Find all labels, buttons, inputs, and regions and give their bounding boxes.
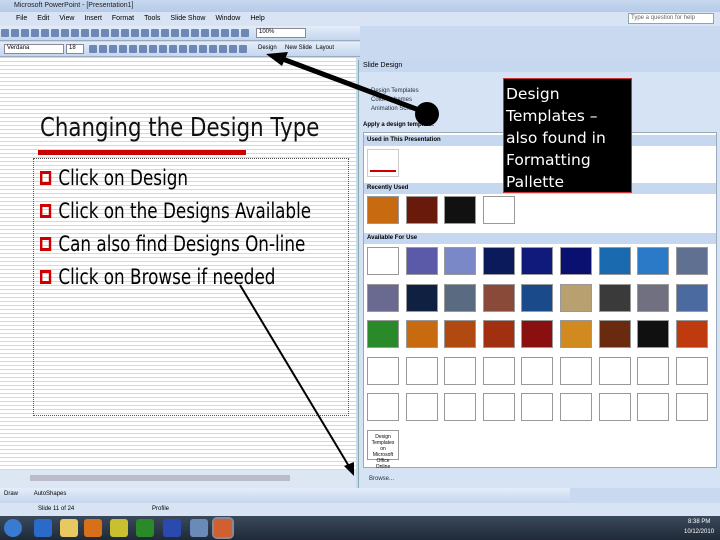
arrow-to-design-button	[279, 55, 428, 116]
arrowhead-icon	[344, 462, 354, 476]
media-player-icon[interactable]	[84, 519, 102, 537]
drawing-toolbar: Draw AutoShapes	[0, 488, 570, 503]
annotation-arrows	[239, 52, 439, 476]
draw-menu[interactable]: Draw	[4, 491, 18, 497]
slide-count: Slide 11 of 24	[38, 506, 75, 512]
arrow-dot	[415, 102, 439, 126]
arrow-to-browse	[239, 284, 351, 469]
folder-icon[interactable]	[60, 519, 78, 537]
taskbar: 8:38 PM 10/12/2010	[0, 516, 720, 540]
powerpoint-icon[interactable]	[212, 517, 234, 539]
excel-icon[interactable]	[136, 519, 154, 537]
word-icon[interactable]	[163, 519, 181, 537]
arrowhead-icon	[266, 52, 288, 66]
app-icon[interactable]	[110, 519, 128, 537]
calculator-icon[interactable]	[190, 519, 208, 537]
clock-date[interactable]: 10/12/2010	[684, 529, 714, 535]
ie-icon[interactable]	[34, 519, 52, 537]
start-button[interactable]	[4, 519, 22, 537]
status-bar: Slide 11 of 24 Profile	[0, 503, 720, 516]
design-name: Profile	[152, 506, 170, 512]
autoshapes-menu[interactable]: AutoShapes	[34, 491, 67, 497]
clock-time[interactable]: 8:38 PM	[688, 519, 710, 525]
